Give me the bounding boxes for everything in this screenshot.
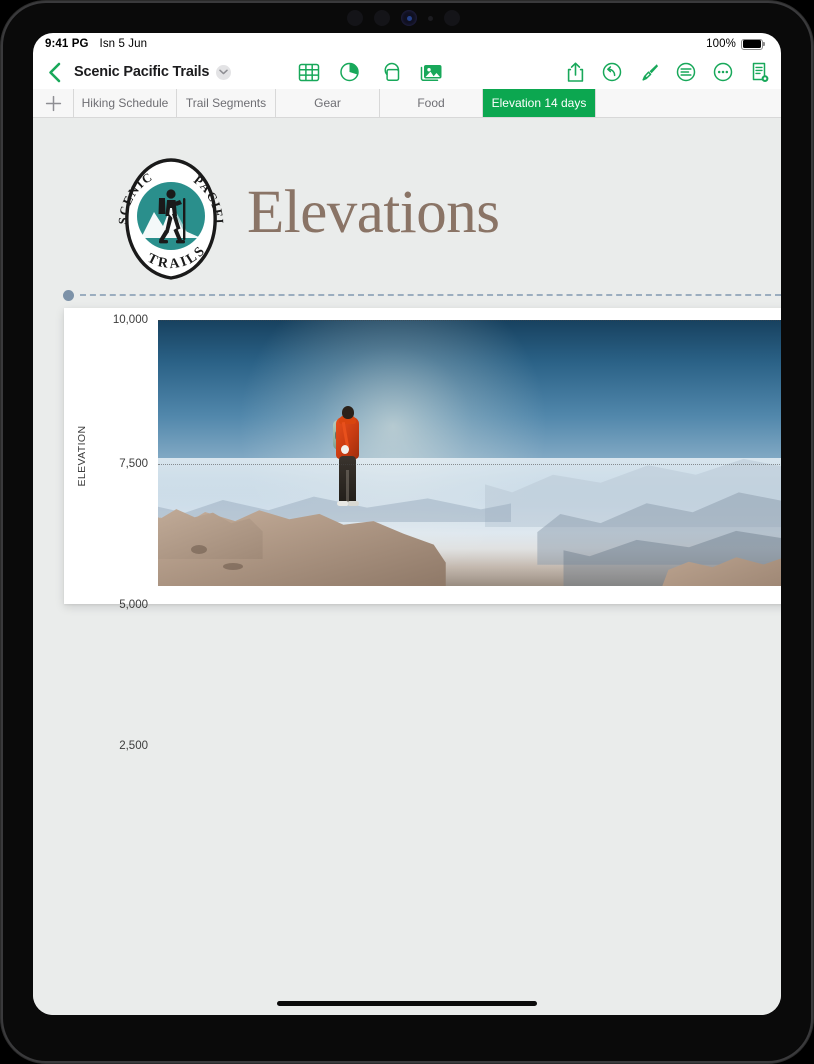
document-title[interactable]: Scenic Pacific Trails [74,64,209,80]
chevron-left-icon [48,62,60,82]
sensor-dot [347,10,363,26]
tab-label: Gear [314,96,341,110]
status-bar-right: 100% [706,38,765,50]
shape-icon[interactable] [380,61,402,83]
tab-hiking-schedule[interactable]: Hiking Schedule [74,89,177,117]
elevation-chart[interactable]: ELEVATION 10,000 7,500 5,000 2,500 [64,308,781,752]
status-date: Isn 5 Jun [99,38,148,50]
ipad-device: 9:41 PG Isn 5 Jun 100% Scenic Pacific Tr… [0,0,814,1064]
slide-selection-guide [33,289,781,301]
chart-plot-area [158,320,781,586]
y-tick-label: 7,500 [119,458,148,470]
table-icon[interactable] [298,61,320,83]
document-options-icon[interactable] [749,61,771,83]
chart-y-axis: ELEVATION 10,000 7,500 5,000 2,500 [64,308,158,752]
tab-label: Hiking Schedule [81,96,169,110]
add-slide-button[interactable] [33,89,74,117]
share-icon[interactable] [564,61,586,83]
slide-header: SCENIC PACIFIC TRAILS Elevations [33,143,781,286]
insert-tools-group [298,61,443,83]
undo-icon[interactable] [601,61,623,83]
tab-trail-segments[interactable]: Trail Segments [177,89,276,117]
y-axis-label: ELEVATION [76,425,88,487]
tab-label: Elevation 14 days [491,96,587,110]
battery-percent-label: 100% [706,38,736,50]
status-bar-left: 9:41 PG Isn 5 Jun [45,38,147,50]
rock-shadow [190,545,207,555]
back-button[interactable] [41,59,67,85]
slide-canvas[interactable]: SCENIC PACIFIC TRAILS Elevations ELEVATI… [33,118,781,1015]
sensor-dot [444,10,460,26]
screen: 9:41 PG Isn 5 Jun 100% Scenic Pacific Tr… [33,33,781,1015]
tab-food[interactable]: Food [380,89,483,117]
tab-elevation-14-days[interactable]: Elevation 14 days [483,89,596,117]
sensor-dot [374,10,390,26]
battery-icon [741,38,765,50]
paragraph-style-icon[interactable] [675,61,697,83]
hiker-leg-gap [346,470,349,504]
tab-label: Trail Segments [185,96,267,110]
home-indicator[interactable] [277,1001,537,1006]
scenic-pacific-trails-badge: SCENIC PACIFIC TRAILS [102,143,235,286]
hiker-shoe [337,501,349,507]
front-camera-icon [401,10,417,26]
slide-title[interactable]: Elevations [247,182,500,243]
action-tools-group [564,61,771,83]
battery-cap [763,42,765,46]
selection-dashed-line [80,294,781,296]
chart-icon[interactable] [339,61,361,83]
status-time: 9:41 PG [45,38,89,50]
slide-tab-bar: Hiking Schedule Trail Segments Gear Food… [33,89,781,118]
chart-gridline [158,320,781,321]
plus-icon [45,95,61,111]
status-bar: 9:41 PG Isn 5 Jun 100% [33,33,781,55]
format-brush-icon[interactable] [638,61,660,83]
chevron-down-icon[interactable] [216,64,232,80]
chart-gridline [158,464,781,465]
hiker-figure [331,406,365,514]
more-icon[interactable] [712,61,734,83]
media-icon[interactable] [420,61,443,83]
y-tick-label: 10,000 [112,314,148,326]
battery-level [742,40,762,48]
tab-gear[interactable]: Gear [276,89,380,117]
tab-label: Food [417,96,445,110]
sensor-cluster [347,8,467,28]
ambient-light-sensor-icon [428,15,433,21]
y-tick-label: 5,000 [119,599,148,611]
nav-toolbar: Scenic Pacific Trails [33,55,781,89]
y-tick-label: 2,500 [119,740,148,752]
slide-selection-handle[interactable] [63,289,74,301]
hiker-shoe [348,501,360,507]
